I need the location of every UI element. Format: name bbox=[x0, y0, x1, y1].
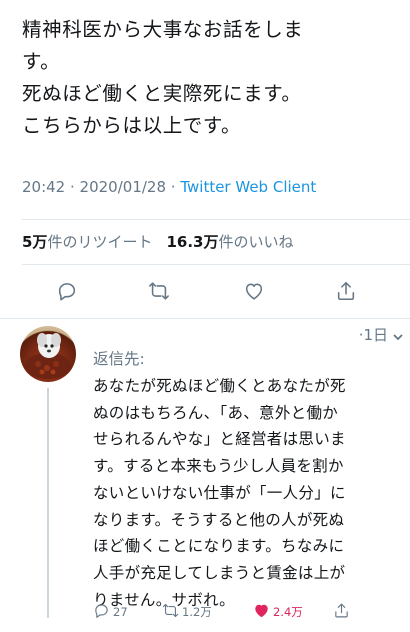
reply-like-button[interactable]: 2.4万 bbox=[253, 600, 303, 624]
tweet-text-line: 精神科医から大事なお話をしま bbox=[22, 18, 304, 41]
avatar-image bbox=[24, 333, 72, 379]
heart-icon bbox=[253, 602, 270, 623]
retweets-count: 5万 bbox=[22, 233, 48, 251]
reply-icon bbox=[93, 602, 110, 623]
reply-text-line: せられるんやな」と経営者は思いま bbox=[93, 430, 346, 449]
reply-text-line: ほど働くことになります。ちなみに bbox=[93, 537, 345, 556]
reply-reply-button[interactable]: 27 bbox=[93, 600, 128, 624]
likes-stat[interactable]: 16.3万件のいいね bbox=[166, 233, 293, 251]
tweet-meta: 20:42 · 2020/01/28 · Twitter Web Client bbox=[22, 178, 316, 196]
tweet-text: 精神科医から大事なお話をしま す。 死ぬほど働くと実際死にます。 こちらからは以… bbox=[22, 14, 394, 142]
reply-reply-count: 27 bbox=[113, 605, 128, 619]
reply-text-line: あなたが死ぬほど働くとあなたが死 bbox=[93, 377, 346, 395]
share-icon bbox=[333, 602, 350, 623]
retweet-button[interactable] bbox=[142, 276, 176, 310]
like-button[interactable] bbox=[237, 276, 271, 310]
retweet-icon bbox=[148, 280, 170, 306]
reply-share-button[interactable] bbox=[333, 600, 350, 624]
tweet-time: 20:42 bbox=[22, 178, 66, 196]
tweet-client-link[interactable]: Twitter Web Client bbox=[180, 178, 316, 196]
heart-icon bbox=[243, 280, 265, 306]
tweet-stats: 5万件のリツイート 16.3万件のいいね bbox=[22, 231, 293, 252]
divider bbox=[22, 219, 410, 220]
reply-text-line: なります。そうすると他の人が死ぬ bbox=[93, 510, 345, 529]
meta-separator: · bbox=[166, 178, 181, 196]
meta-separator: · bbox=[65, 178, 80, 196]
retweets-stat[interactable]: 5万件のリツイート bbox=[22, 233, 152, 251]
avatar[interactable] bbox=[20, 326, 76, 382]
reply-like-count: 2.4万 bbox=[273, 605, 303, 619]
reply-text-line: ないといけない仕事が「一人分」に bbox=[93, 483, 346, 502]
share-icon bbox=[335, 280, 357, 306]
reply-button[interactable] bbox=[50, 276, 84, 310]
retweets-label: 件のリツイート bbox=[47, 233, 153, 251]
tweet-action-bar bbox=[0, 276, 410, 310]
divider bbox=[0, 318, 410, 319]
reply-retweet-count: 1.2万 bbox=[182, 605, 212, 619]
tweet-date[interactable]: 2020/01/28 bbox=[80, 178, 166, 196]
reply-text: あなたが死ぬほど働くとあなたが死 ぬのはもちろん、「あ、意外と働か せられるんや… bbox=[93, 373, 393, 613]
reply-icon bbox=[56, 280, 78, 306]
reply-text-line: ぬのはもちろん、「あ、意外と働か bbox=[93, 403, 339, 422]
retweet-icon bbox=[162, 602, 179, 623]
reply-to-label: 返信先: bbox=[93, 350, 145, 368]
likes-label: 件のいいね bbox=[218, 233, 294, 251]
tweet-text-line: 死ぬほど働くと実際死にます。 bbox=[22, 82, 302, 105]
chevron-down-icon[interactable] bbox=[392, 328, 404, 341]
reply-timestamp[interactable]: ·1日 bbox=[359, 324, 388, 345]
reply-retweet-button[interactable]: 1.2万 bbox=[162, 600, 212, 624]
reply-action-bar: 27 1.2万 2.4万 bbox=[93, 600, 363, 624]
likes-count: 16.3万 bbox=[166, 233, 219, 251]
reply-text-line: 人手が充足してしまうと賃金は上が bbox=[93, 563, 346, 582]
tweet-text-line: こちらからは以上です。 bbox=[22, 114, 242, 137]
tweet-text-line: す。 bbox=[22, 50, 61, 73]
divider bbox=[22, 264, 410, 265]
thread-connector bbox=[47, 388, 49, 618]
share-button[interactable] bbox=[329, 276, 363, 310]
reply-text-line: す。すると本来もう少し人員を割か bbox=[93, 457, 344, 476]
